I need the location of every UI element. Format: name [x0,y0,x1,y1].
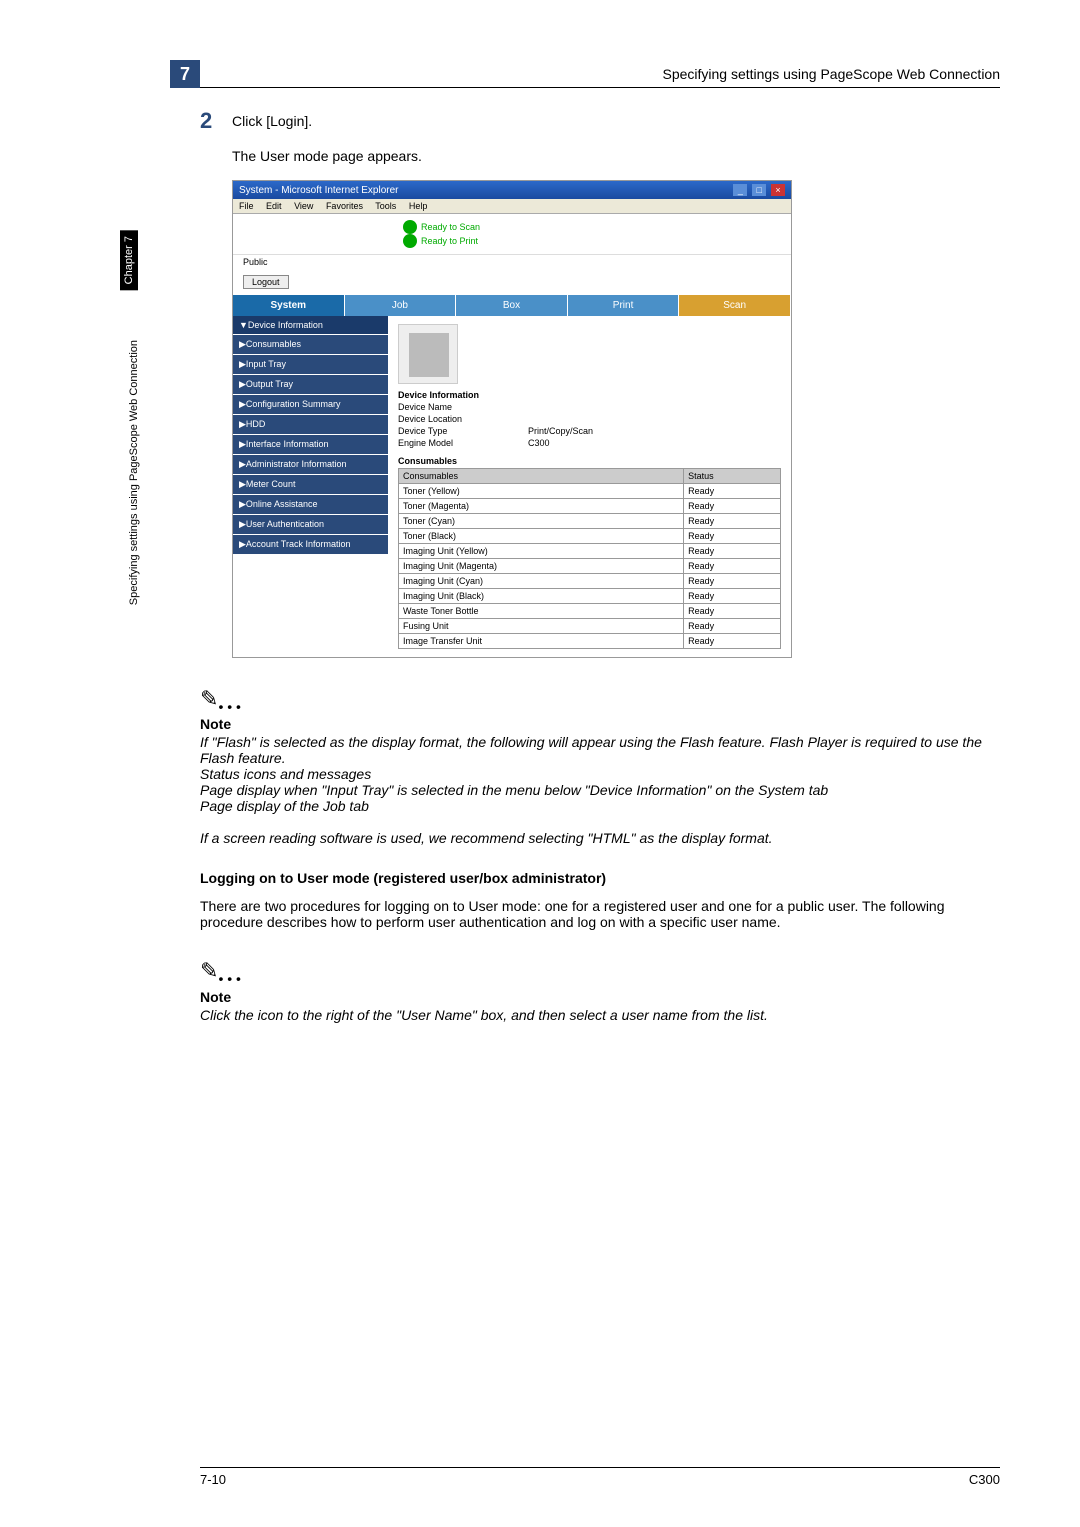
browser-screenshot: System - Microsoft Internet Explorer _ □… [232,180,792,658]
consumables-heading: Consumables [398,456,781,466]
table-row: Imaging Unit (Cyan)Ready [399,574,781,589]
step-result: The User mode page appears. [232,148,1000,164]
page-footer: 7-10 C300 [200,1467,1000,1487]
note-text: Click the icon to the right of the "User… [200,1007,1000,1023]
footer-model: C300 [969,1472,1000,1487]
logout-button[interactable]: Logout [243,275,289,289]
sidebar: ▼Device Information ▶Consumables ▶Input … [233,316,388,657]
device-info-heading: Device Information [398,390,781,400]
table-row: Toner (Yellow)Ready [399,484,781,499]
status-scan: Ready to Scan [421,222,480,232]
minimize-icon[interactable]: _ [733,184,747,196]
chapter-side-tab: Chapter 7 [120,230,138,290]
page-title: Specifying settings using PageScope Web … [662,66,1000,82]
maximize-icon[interactable]: □ [752,184,766,196]
status-print: Ready to Print [421,236,478,246]
table-row: Image Transfer UnitReady [399,634,781,649]
note-icon: ✎• • • [200,958,1000,986]
step-text: Click [Login]. [232,108,312,129]
sidebar-item-config-summary[interactable]: ▶Configuration Summary [233,395,388,415]
tab-scan[interactable]: Scan [679,295,791,316]
page-tabs: System Job Box Print Scan [233,295,791,316]
menu-view[interactable]: View [294,201,313,211]
window-titlebar: System - Microsoft Internet Explorer _ □… [233,181,791,199]
tab-print[interactable]: Print [568,295,680,316]
chapter-number: 7 [170,60,200,88]
user-row: Public [233,255,791,273]
window-title: System - Microsoft Internet Explorer [239,185,399,196]
main-panel: Device Information Device Name Device Lo… [388,316,791,657]
device-image [398,324,458,384]
user-label: Public [243,257,268,267]
sidebar-item-device-information[interactable]: ▼Device Information [233,316,388,335]
sidebar-item-account-track[interactable]: ▶Account Track Information [233,535,388,555]
tab-job[interactable]: Job [345,295,457,316]
note-icon: ✎• • • [200,686,1000,714]
sidebar-item-consumables[interactable]: ▶Consumables [233,335,388,355]
chapter-side-text: Specifying settings using PageScope Web … [128,340,140,605]
info-key: Engine Model [398,438,528,448]
info-val: Print/Copy/Scan [528,426,593,436]
table-row: Imaging Unit (Magenta)Ready [399,559,781,574]
info-key: Device Type [398,426,528,436]
consumables-table: ConsumablesStatus Toner (Yellow)Ready To… [398,468,781,649]
step-number: 2 [200,108,232,134]
info-key: Device Location [398,414,528,424]
sidebar-item-admin-info[interactable]: ▶Administrator Information [233,455,388,475]
menu-help[interactable]: Help [409,201,428,211]
sidebar-item-online-assistance[interactable]: ▶Online Assistance [233,495,388,515]
page-header: 7 Specifying settings using PageScope We… [200,60,1000,88]
menu-edit[interactable]: Edit [266,201,282,211]
table-row: Toner (Cyan)Ready [399,514,781,529]
menu-file[interactable]: File [239,201,254,211]
sidebar-item-hdd[interactable]: ▶HDD [233,415,388,435]
note-label: Note [200,989,1000,1005]
table-header: Status [684,469,781,484]
table-row: Imaging Unit (Black)Ready [399,589,781,604]
table-row: Waste Toner BottleReady [399,604,781,619]
window-buttons: _ □ × [731,184,785,196]
sidebar-item-interface-info[interactable]: ▶Interface Information [233,435,388,455]
scan-ready-icon [403,220,417,234]
info-key: Device Name [398,402,528,412]
tab-box[interactable]: Box [456,295,568,316]
note-text: If a screen reading software is used, we… [200,830,1000,846]
section-heading: Logging on to User mode (registered user… [200,870,1000,886]
print-ready-icon [403,234,417,248]
table-header: Consumables [399,469,684,484]
table-row: Toner (Black)Ready [399,529,781,544]
body-paragraph: There are two procedures for logging on … [200,898,1000,930]
close-icon[interactable]: × [771,184,785,196]
note-label: Note [200,716,1000,732]
table-row: Toner (Magenta)Ready [399,499,781,514]
tab-system[interactable]: System [233,295,345,316]
menu-favorites[interactable]: Favorites [326,201,363,211]
table-row: Imaging Unit (Yellow)Ready [399,544,781,559]
sidebar-item-output-tray[interactable]: ▶Output Tray [233,375,388,395]
browser-menubar: File Edit View Favorites Tools Help [233,199,791,214]
sidebar-item-user-auth[interactable]: ▶User Authentication [233,515,388,535]
table-row: Fusing UnitReady [399,619,781,634]
step-row: 2 Click [Login]. [200,108,1000,134]
info-val: C300 [528,438,550,448]
note-text: If "Flash" is selected as the display fo… [200,734,1000,814]
footer-page-number: 7-10 [200,1472,226,1487]
sidebar-item-input-tray[interactable]: ▶Input Tray [233,355,388,375]
sidebar-item-meter-count[interactable]: ▶Meter Count [233,475,388,495]
status-area: Ready to Scan Ready to Print [233,214,791,255]
menu-tools[interactable]: Tools [375,201,396,211]
